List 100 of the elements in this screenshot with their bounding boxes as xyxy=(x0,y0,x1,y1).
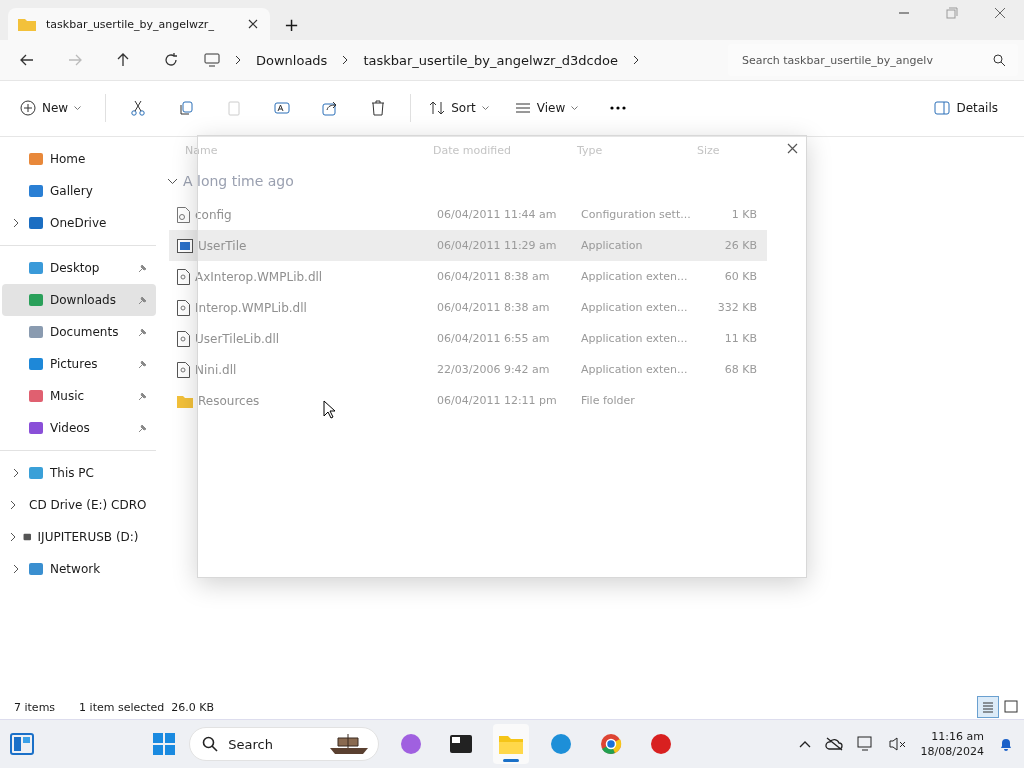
close-icon[interactable] xyxy=(248,19,258,29)
details-view-icon[interactable] xyxy=(978,697,998,717)
sidebar-item[interactable]: Network xyxy=(2,553,156,585)
sort-button[interactable]: Sort xyxy=(419,94,499,122)
folder-icon xyxy=(499,734,524,754)
pin-icon[interactable] xyxy=(138,391,148,401)
type-cell-text: Application exten... xyxy=(581,363,689,376)
chevron-icon[interactable] xyxy=(341,55,350,65)
sidebar-item[interactable]: Home xyxy=(2,143,156,175)
window-tab[interactable]: taskbar_usertile_by_angelwzr_ xyxy=(8,8,270,40)
file-name: config xyxy=(195,207,232,222)
chevron-icon[interactable] xyxy=(12,218,20,228)
type-cell-text: File folder xyxy=(581,394,636,407)
sidebar-item[interactable]: OneDrive xyxy=(2,207,156,239)
pin-icon[interactable] xyxy=(138,423,148,433)
view-button[interactable]: View xyxy=(504,94,589,122)
place-icon xyxy=(28,356,44,372)
sidebar-item[interactable]: CD Drive (E:) CDRO xyxy=(2,489,156,521)
share-icon[interactable] xyxy=(322,100,339,116)
place-icon xyxy=(28,151,44,167)
search-icon xyxy=(202,736,219,752)
start-icon[interactable] xyxy=(153,733,176,755)
copy-icon[interactable] xyxy=(178,100,195,116)
size-cell-text: 332 KB xyxy=(716,301,757,314)
sidebar-item[interactable]: Downloads xyxy=(2,284,156,316)
widgets-icon[interactable] xyxy=(10,733,34,755)
file-icon xyxy=(177,330,190,347)
chevron-icon[interactable] xyxy=(12,564,20,574)
file-icon xyxy=(177,299,190,316)
file-name: UserTile xyxy=(198,238,247,253)
sidebar-item[interactable]: Music xyxy=(2,380,156,412)
chevron-icon[interactable] xyxy=(631,55,640,65)
sidebar-label: Desktop xyxy=(50,261,101,275)
file-icon xyxy=(177,361,190,378)
search-field[interactable]: Search taskbar_usertile_by_angelv xyxy=(740,52,987,68)
place-icon xyxy=(28,561,44,577)
size-cell-text: 26 KB xyxy=(723,239,757,252)
file-name: Interop.WMPLib.dll xyxy=(195,300,307,315)
breadcrumb[interactable]: Downloads xyxy=(256,52,328,68)
breadcrumb[interactable]: taskbar_usertile_by_angelwzr_d3dcdoe xyxy=(363,52,618,68)
file-icon xyxy=(177,268,190,285)
caret-icon[interactable] xyxy=(798,740,811,748)
pin-icon[interactable] xyxy=(138,263,148,273)
file-name: Resources xyxy=(198,393,260,408)
trash-icon[interactable] xyxy=(370,100,387,116)
size-cell-text: 11 KB xyxy=(723,332,757,345)
new-tab-button[interactable]: + xyxy=(270,8,314,40)
back-arrow-icon[interactable] xyxy=(20,53,34,67)
file-name: Nini.dll xyxy=(195,362,237,377)
scissors-icon[interactable] xyxy=(130,100,147,116)
address-bar[interactable]: Downloads taskbar_usertile_by_angelwzr_d3dcdoe xyxy=(204,44,694,76)
more-icon[interactable] xyxy=(610,106,627,110)
refresh-icon[interactable] xyxy=(164,53,178,67)
place-icon xyxy=(28,388,44,404)
sidebar-item[interactable]: IJUPITERUSB (D:) xyxy=(2,521,156,553)
chevron-icon[interactable] xyxy=(12,468,20,478)
taskbar-search[interactable]: Search xyxy=(189,727,380,761)
date-cell-text: 22/03/2006 9:42 am xyxy=(437,363,551,376)
place-icon xyxy=(28,215,44,231)
sidebar-label: This PC xyxy=(50,466,95,480)
network-icon[interactable] xyxy=(856,736,875,752)
sidebar-label: CD Drive (E:) CDRO xyxy=(29,498,147,512)
pin-icon[interactable] xyxy=(138,327,148,337)
cloud-off-icon[interactable] xyxy=(824,737,843,751)
bell-icon[interactable] xyxy=(998,736,1014,752)
caret-icon xyxy=(571,106,579,110)
sidebar-item[interactable]: Pictures xyxy=(2,348,156,380)
chevron-icon[interactable] xyxy=(10,500,17,510)
sidebar-label: Videos xyxy=(50,421,91,435)
sidebar-item[interactable]: Documents xyxy=(2,316,156,348)
sidebar-item[interactable]: This PC xyxy=(2,457,156,489)
date-cell-text: 06/04/2011 8:38 am xyxy=(437,270,551,283)
list-icon xyxy=(514,100,531,116)
close-icon[interactable] xyxy=(787,143,798,154)
place-icon xyxy=(28,260,44,276)
chevron-icon[interactable] xyxy=(234,55,242,65)
type-cell: Configuration sett... xyxy=(581,208,691,221)
new-button[interactable]: New xyxy=(10,94,92,122)
up-arrow-icon[interactable] xyxy=(116,53,130,67)
chevron-icon[interactable] xyxy=(167,177,178,185)
pin-icon[interactable] xyxy=(138,295,148,305)
sidebar-label: Documents xyxy=(50,325,120,339)
size-cell-text: 1 KB xyxy=(730,208,757,221)
application-icon xyxy=(177,238,193,253)
details-button[interactable]: Details xyxy=(924,95,1008,121)
speaker-muted-icon[interactable] xyxy=(888,736,907,752)
pin-icon[interactable] xyxy=(138,359,148,369)
sidebar-item[interactable]: Videos xyxy=(2,412,156,444)
type-cell-text: Application exten... xyxy=(581,270,689,283)
sidebar-item[interactable]: Gallery xyxy=(2,175,156,207)
rename-icon[interactable] xyxy=(274,100,291,116)
monitor-icon xyxy=(204,53,220,67)
group-heading: A long time ago xyxy=(183,173,294,189)
window-icon xyxy=(450,735,473,753)
chevron-icon[interactable] xyxy=(10,532,17,542)
plus-icon xyxy=(20,100,36,116)
item-count: 7 items xyxy=(14,700,56,714)
sidebar-label: IJUPITERUSB (D:) xyxy=(37,530,139,544)
sidebar-item[interactable]: Desktop xyxy=(2,252,156,284)
clock[interactable]: 11:16 am 18/08/2024 xyxy=(920,729,984,759)
